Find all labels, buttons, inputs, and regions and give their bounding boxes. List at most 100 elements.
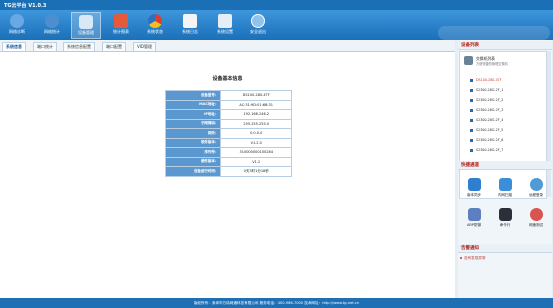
user-info-bar bbox=[438, 26, 550, 40]
device-item[interactable]: S2300-28G-2F_7 bbox=[469, 148, 503, 152]
device-management-icon bbox=[79, 15, 93, 29]
speed-test-icon bbox=[529, 208, 543, 221]
system-log-icon bbox=[183, 14, 197, 28]
table-row: 子网掩码： 255.255.255.0 bbox=[164, 118, 292, 129]
device-list-scrollbar[interactable] bbox=[547, 51, 551, 197]
quicklink-label: 命令行 bbox=[499, 223, 511, 227]
toolbar-system-log[interactable]: 系统日志 bbox=[175, 12, 205, 39]
row-key: 设备型号： bbox=[164, 90, 222, 101]
title-bar: TG云平台 V1.0.3 bbox=[0, 0, 553, 10]
command-line-icon bbox=[498, 208, 512, 221]
quicklink-arp-defense[interactable]: ARP防御 bbox=[461, 208, 487, 228]
quicklink-label: ARP防御 bbox=[467, 223, 481, 227]
row-value: 255.255.255.0 bbox=[220, 118, 292, 129]
device-list: 交换机列表 方便快捷的管理交换机 DS100-280-4TF S2300-28G… bbox=[459, 51, 547, 199]
network-diagnosis-icon bbox=[10, 14, 24, 28]
row-value: 0.0.0.0 bbox=[220, 128, 292, 139]
quicklink-label: 内网扫描 bbox=[498, 193, 512, 197]
table-row: 设备运行时间： 0天3时1分18秒 bbox=[164, 166, 292, 177]
network-stats-icon bbox=[45, 14, 59, 28]
row-key: 网关： bbox=[164, 128, 222, 139]
quicklink-label: 版本同步 bbox=[467, 193, 481, 197]
table-row: 软件版本： V1.2.0 bbox=[164, 137, 292, 148]
tab-port-config[interactable]: 端口配置 bbox=[102, 42, 126, 51]
toolbar-label: 系统设置 bbox=[217, 29, 233, 34]
page-title: 设备基本信息 bbox=[212, 76, 243, 82]
device-list-subheader: 方便快捷的管理交换机 bbox=[476, 62, 508, 66]
row-value: 0天3时1分18秒 bbox=[220, 166, 292, 177]
toolbar-network-stats[interactable]: 网络统计 bbox=[37, 12, 67, 39]
quicklink-lan-scan[interactable]: 内网扫描 bbox=[492, 178, 518, 198]
row-key: 软件版本： bbox=[164, 137, 222, 148]
tab-system-config[interactable]: 系统信息配置 bbox=[63, 42, 95, 51]
row-key: 子网掩码： bbox=[164, 118, 222, 129]
device-info-table: 设备型号： DS100-280-4TF MAC地址： AC:31:9D:01:6B:… bbox=[164, 90, 292, 177]
device-item[interactable]: S2300-28G-2F_6 bbox=[469, 138, 503, 142]
toolbar-label: 设备管理 bbox=[78, 30, 94, 35]
device-item[interactable]: S2300-28G-2F_2 bbox=[469, 98, 503, 102]
row-value: V1.2 bbox=[220, 156, 292, 167]
quicklink-remote-login[interactable]: 远程登录 bbox=[523, 178, 549, 198]
row-value: DS100-280-4TF bbox=[220, 90, 292, 101]
row-value: V1.2.0 bbox=[220, 137, 292, 148]
main-toolbar: 网络诊断 网络统计 设备管理 统计图表 系统状态 系统日志 系统设置 安全退出 bbox=[0, 10, 553, 40]
arp-defense-icon bbox=[467, 208, 481, 221]
logout-icon bbox=[251, 14, 265, 28]
tab-system-info[interactable]: 系统信息 bbox=[2, 42, 26, 51]
row-key: 序列号： bbox=[164, 147, 222, 158]
quicklink-label: 远程登录 bbox=[529, 193, 543, 197]
table-row: 序列号： 310000000100284 bbox=[164, 147, 292, 158]
alert-message: 没有发现异常 bbox=[460, 256, 486, 260]
toolbar-label: 安全退出 bbox=[250, 29, 266, 34]
row-value: 192.168.246.2 bbox=[220, 109, 292, 120]
toolbar-label: 统计图表 bbox=[113, 29, 129, 34]
version-sync-icon bbox=[467, 178, 481, 191]
app-title: TG云平台 V1.0.3 bbox=[4, 3, 47, 9]
system-status-icon bbox=[148, 14, 162, 28]
tab-bar: 系统信息 端口统计 系统信息配置 端口配置 VID管理 bbox=[0, 40, 455, 52]
quicklink-command-line[interactable]: 命令行 bbox=[492, 208, 518, 228]
tab-vid-management[interactable]: VID管理 bbox=[133, 42, 156, 51]
quicklinks-title: 快捷通道 bbox=[458, 161, 552, 170]
device-item[interactable]: S2300-28G-2F_3 bbox=[469, 108, 503, 112]
row-value: AC:31:9D:01:6B:31 bbox=[220, 99, 292, 110]
alert-title: 告警通知 bbox=[458, 244, 552, 253]
row-key: MAC地址： bbox=[164, 99, 222, 110]
toolbar-device-management[interactable]: 设备管理 bbox=[71, 12, 101, 39]
row-key: 硬件版本： bbox=[164, 156, 222, 167]
row-key: IP地址： bbox=[164, 109, 222, 120]
main-content: 设备基本信息 设备型号： DS100-280-4TF MAC地址： AC:31:9D… bbox=[0, 52, 455, 298]
toolbar-network-diagnosis[interactable]: 网络诊断 bbox=[2, 12, 32, 39]
toolbar-label: 系统日志 bbox=[182, 29, 198, 34]
row-value: 310000000100284 bbox=[220, 147, 292, 158]
remote-login-icon bbox=[529, 178, 543, 191]
table-row: 硬件版本： V1.2 bbox=[164, 156, 292, 167]
device-item[interactable]: S2300-28G-2F_5 bbox=[469, 128, 503, 132]
toolbar-label: 网络诊断 bbox=[9, 29, 25, 34]
right-sidebar: 设备列表 交换机列表 方便快捷的管理交换机 DS100-280-4TF S230… bbox=[458, 40, 552, 298]
quicklink-version-sync[interactable]: 版本同步 bbox=[461, 178, 487, 198]
table-row: 网关： 0.0.0.0 bbox=[164, 128, 292, 139]
quicklink-speed-test[interactable]: 网速测试 bbox=[523, 208, 549, 228]
toolbar-stats-chart[interactable]: 统计图表 bbox=[106, 12, 136, 39]
quicklink-label: 网速测试 bbox=[529, 223, 543, 227]
toolbar-system-settings[interactable]: 系统设置 bbox=[210, 12, 240, 39]
device-list-title: 设备列表 bbox=[458, 41, 552, 50]
table-row: 设备型号： DS100-280-4TF bbox=[164, 90, 292, 101]
toolbar-system-status[interactable]: 系统状态 bbox=[140, 12, 170, 39]
table-row: MAC地址： AC:31:9D:01:6B:31 bbox=[164, 99, 292, 110]
tab-port-stats[interactable]: 端口统计 bbox=[33, 42, 57, 51]
toolbar-label: 系统状态 bbox=[147, 29, 163, 34]
system-settings-icon bbox=[218, 14, 232, 28]
footer: 版权所有：深圳市万纬网通科技有限公司 服务电话：400-966-7000 技术网… bbox=[0, 298, 553, 308]
row-key: 设备运行时间： bbox=[164, 166, 222, 177]
device-item[interactable]: S2300-28G-2F_4 bbox=[469, 118, 503, 122]
switch-icon bbox=[464, 56, 473, 65]
table-row: IP地址： 192.168.246.2 bbox=[164, 109, 292, 120]
device-item[interactable]: S2300-28G-2F_1 bbox=[469, 88, 503, 92]
stats-chart-icon bbox=[114, 14, 128, 28]
lan-scan-icon bbox=[498, 178, 512, 191]
device-item[interactable]: DS100-280-4TF bbox=[470, 78, 502, 82]
toolbar-logout[interactable]: 安全退出 bbox=[243, 12, 273, 39]
toolbar-label: 网络统计 bbox=[44, 29, 60, 34]
